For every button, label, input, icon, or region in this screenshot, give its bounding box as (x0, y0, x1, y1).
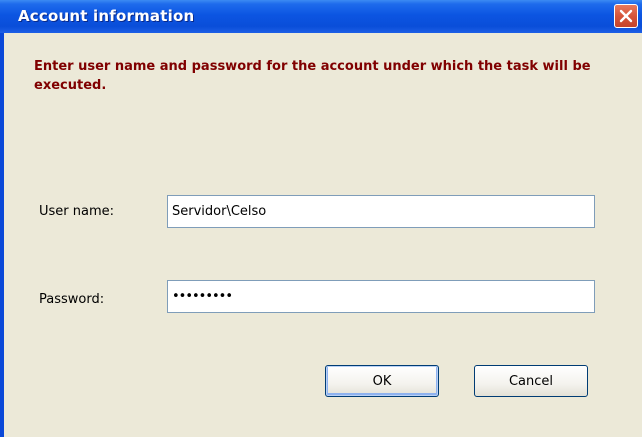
password-label: Password: (39, 292, 105, 307)
username-input[interactable] (167, 195, 595, 228)
cancel-button[interactable]: Cancel (474, 365, 588, 397)
title-bar[interactable]: Account information (0, 0, 642, 33)
window-title: Account information (18, 7, 195, 25)
close-icon (619, 9, 633, 23)
username-label: User name: (39, 204, 115, 219)
instruction-message: Enter user name and password for the acc… (34, 59, 591, 93)
password-input[interactable] (167, 280, 595, 313)
ok-button[interactable]: OK (325, 365, 439, 397)
dialog-window: Account information Enter user name and … (0, 0, 642, 437)
close-button[interactable] (614, 4, 638, 28)
